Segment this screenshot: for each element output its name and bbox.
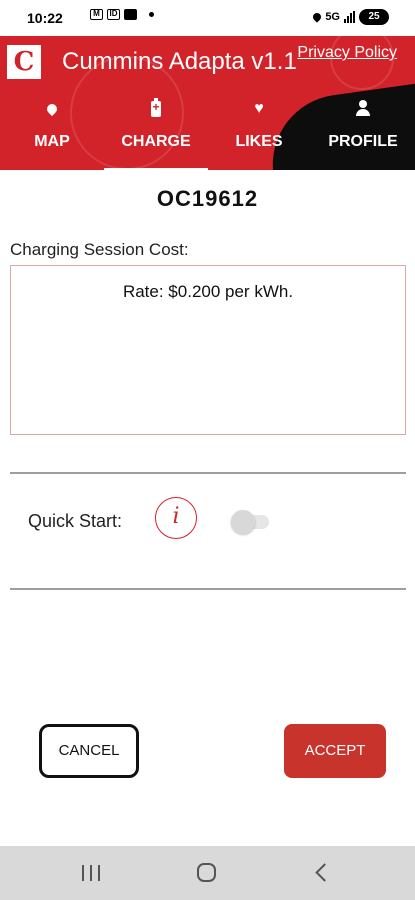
signal-icon bbox=[344, 11, 355, 23]
tab-label: MAP bbox=[34, 133, 70, 150]
info-button[interactable]: i bbox=[155, 497, 197, 539]
info-icon: i bbox=[172, 504, 180, 529]
tab-map[interactable]: MAP bbox=[2, 98, 102, 168]
app-header: C Cummins Adapta v1.1 Privacy Policy MAP… bbox=[0, 36, 415, 170]
cummins-logo: C bbox=[7, 45, 41, 79]
system-icons: 5G 25 bbox=[311, 9, 389, 25]
battery-charge-icon bbox=[106, 98, 206, 120]
quick-start-label: Quick Start: bbox=[28, 511, 123, 531]
tab-profile[interactable]: PROFILE bbox=[313, 98, 413, 168]
battery-indicator: 25 bbox=[359, 9, 389, 25]
station-id: OC19612 bbox=[156, 186, 259, 211]
back-icon[interactable] bbox=[315, 863, 334, 882]
accept-button[interactable]: ACCEPT bbox=[284, 724, 386, 778]
tab-label: LIKES bbox=[235, 133, 283, 150]
active-tab-indicator bbox=[104, 168, 208, 170]
gmail-icon: M bbox=[90, 9, 103, 20]
id-icon: ID bbox=[107, 9, 120, 20]
location-icon bbox=[311, 11, 323, 23]
cost-box: Rate: $0.200 per kWh. bbox=[10, 265, 406, 435]
cancel-button[interactable]: CANCEL bbox=[39, 724, 139, 778]
home-icon[interactable] bbox=[197, 863, 216, 882]
recents-icon[interactable] bbox=[82, 865, 100, 881]
tab-likes[interactable]: ♥ LIKES bbox=[209, 98, 309, 168]
tab-label: CHARGE bbox=[121, 133, 191, 150]
app-title: Cummins Adapta v1.1 bbox=[62, 48, 297, 75]
rate-text: Rate: $0.200 per kWh. bbox=[122, 282, 294, 301]
cost-label: Charging Session Cost: bbox=[10, 240, 189, 259]
map-pin-icon bbox=[2, 98, 102, 120]
profile-icon bbox=[313, 98, 413, 120]
toggle-thumb bbox=[231, 510, 255, 534]
status-time: 10:22 bbox=[27, 10, 63, 26]
divider bbox=[10, 472, 406, 474]
divider bbox=[10, 588, 406, 590]
status-bar: 10:22 M ID 5G 25 bbox=[0, 0, 415, 36]
tab-label: PROFILE bbox=[328, 133, 398, 150]
notification-icons: M ID bbox=[90, 9, 154, 20]
heart-icon: ♥ bbox=[254, 100, 264, 117]
tab-charge[interactable]: CHARGE bbox=[106, 98, 206, 168]
more-notifications-dot bbox=[149, 12, 154, 17]
logo-letter: C bbox=[13, 47, 35, 77]
network-type: 5G bbox=[325, 11, 340, 23]
youtube-icon bbox=[124, 9, 137, 20]
screen: 10:22 M ID 5G 25 C Cummins Adapta v1.1 P… bbox=[0, 0, 415, 900]
system-nav-bar bbox=[0, 846, 415, 900]
privacy-policy-link[interactable]: Privacy Policy bbox=[297, 44, 397, 62]
